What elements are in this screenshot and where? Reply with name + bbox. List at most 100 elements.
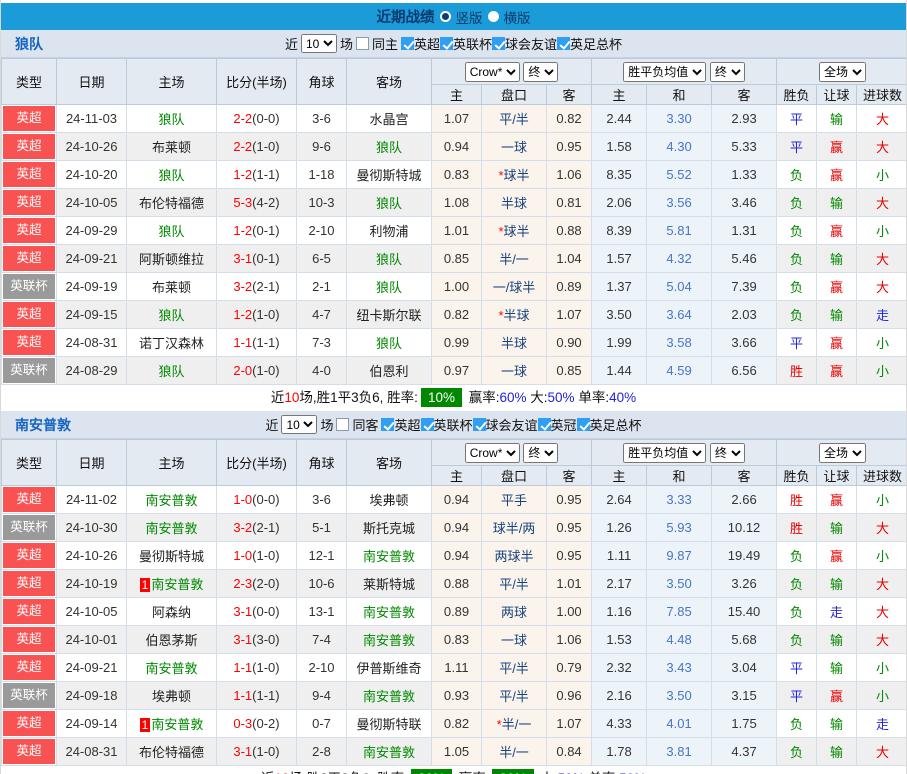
recent-suffix-label: 场 (320, 415, 333, 434)
corners: 10-6 (297, 570, 347, 598)
league-type-cell: 英超 (2, 189, 57, 217)
avg-home-odds: 1.37 (592, 273, 647, 301)
odds-final-select[interactable]: 终 (523, 443, 558, 463)
league-filter-group: 英超英联杯球会友谊英足总杯 (401, 34, 622, 53)
handicap-result: 输 (817, 570, 857, 598)
goals-result: 大 (857, 626, 907, 654)
handicap-text: 半球 (504, 308, 530, 323)
league-checkbox[interactable] (492, 37, 505, 50)
handicap: 两球半 (482, 542, 547, 570)
avg-home-odds: 1.44 (592, 357, 647, 385)
avg-final-select[interactable]: 终 (710, 62, 745, 82)
league-checkbox-label: 英超 (394, 415, 420, 434)
full-score: 2-0 (233, 363, 252, 378)
handicap-text: 半/一 (499, 252, 529, 267)
score-cell: 1-1(1-1) (217, 329, 297, 357)
home-team: 南安普敦 (127, 486, 217, 514)
away-team-name: 狼队 (376, 196, 402, 211)
league-badge: 英超 (3, 330, 55, 355)
water-home: 0.94 (432, 486, 482, 514)
match-row: 英超24-09-15狼队1-2(1-0)4-7纽卡斯尔联0.82*半球1.073… (2, 301, 907, 329)
layout-radio-vertical[interactable] (440, 11, 451, 22)
handicap-result: 输 (817, 738, 857, 766)
avg-away-odds: 1.33 (712, 161, 777, 189)
result: 负 (777, 626, 817, 654)
league-checkbox[interactable] (421, 418, 434, 431)
col-home: 主场 (127, 59, 217, 105)
home-team: 1南安普敦 (127, 710, 217, 738)
water-home: 1.05 (432, 738, 482, 766)
water-home: 0.83 (432, 161, 482, 189)
odds-final-select[interactable]: 终 (523, 62, 558, 82)
handicap-text: 一/球半 (493, 280, 536, 295)
away-team-name: 利物浦 (369, 224, 408, 239)
avg-draw-odds: 5.52 (647, 161, 712, 189)
result: 平 (777, 133, 817, 161)
away-team-name: 南安普敦 (363, 605, 415, 620)
league-checkbox[interactable] (538, 418, 551, 431)
goals-result: 大 (857, 514, 907, 542)
water-away: 1.00 (547, 598, 592, 626)
avg-away-odds: 3.15 (712, 682, 777, 710)
away-team-name: 南安普敦 (363, 745, 415, 760)
odds-company-select[interactable]: Crow* (465, 443, 520, 463)
league-checkbox[interactable] (557, 37, 570, 50)
recent-count-select[interactable]: 10 (301, 34, 337, 53)
score-cell: 2-2(1-0) (217, 133, 297, 161)
scope-select[interactable]: 全场 (819, 443, 866, 463)
league-checkbox[interactable] (381, 418, 394, 431)
half-score: (2-0) (252, 576, 279, 591)
avg-draw-odds: 4.59 (647, 357, 712, 385)
half-score: (0-2) (252, 716, 279, 731)
league-filter: 英联杯 (421, 415, 473, 434)
avg-home-odds: 1.16 (592, 598, 647, 626)
section-head: 南安普敦 近 10 场 同客 英超英联杯球会友谊英冠英足总杯 (1, 411, 906, 439)
avg-type-select[interactable]: 胜平负均值 (623, 443, 706, 463)
league-checkbox[interactable] (440, 37, 453, 50)
match-row: 英超24-09-21阿斯顿维拉3-1(0-1)6-5狼队0.85半/一1.041… (2, 245, 907, 273)
handicap: 一球 (482, 133, 547, 161)
away-team: 莱斯特城 (347, 570, 432, 598)
odds-company-select[interactable]: Crow* (465, 62, 520, 82)
league-checkbox[interactable] (401, 37, 414, 50)
avg-final-select[interactable]: 终 (710, 443, 745, 463)
match-row: 英超24-10-191南安普敦2-3(2-0)10-6莱斯特城0.88平/半1.… (2, 570, 907, 598)
match-date: 24-10-01 (57, 626, 127, 654)
recent-count-select[interactable]: 10 (281, 415, 317, 434)
water-home: 1.08 (432, 189, 482, 217)
goals-result: 走 (857, 710, 907, 738)
handicap-text: 半/一 (499, 745, 529, 760)
half-score: (1-0) (252, 548, 279, 563)
handicap-result: 赢 (817, 357, 857, 385)
same-venue-checkbox[interactable] (336, 418, 349, 431)
corners: 2-10 (297, 217, 347, 245)
half-score: (2-1) (252, 520, 279, 535)
same-venue-checkbox[interactable] (356, 37, 369, 50)
handicap-result: 输 (817, 710, 857, 738)
away-team-name: 伯恩利 (369, 364, 408, 379)
scope-select[interactable]: 全场 (819, 62, 866, 82)
avg-home-odds: 1.26 (592, 514, 647, 542)
match-row: 英超24-10-05布伦特福德5-3(4-2)10-3狼队1.08半球0.812… (2, 189, 907, 217)
avg-type-select[interactable]: 胜平负均值 (623, 62, 706, 82)
water-home: 1.11 (432, 654, 482, 682)
sub-col-avg-away: 客 (712, 85, 777, 105)
full-score: 1-2 (233, 223, 252, 238)
away-team-name: 斯托克城 (363, 521, 415, 536)
corners: 3-6 (297, 105, 347, 133)
sub-col-handicap-result: 让球 (817, 466, 857, 486)
full-score: 3-1 (233, 251, 252, 266)
avg-away-odds: 3.46 (712, 189, 777, 217)
half-score: (1-0) (252, 660, 279, 675)
avg-draw-odds: 4.48 (647, 626, 712, 654)
water-away: 0.84 (547, 738, 592, 766)
handicap-result: 赢 (817, 273, 857, 301)
result: 负 (777, 189, 817, 217)
league-checkbox[interactable] (473, 418, 486, 431)
layout-radio-horizontal[interactable] (488, 11, 499, 22)
match-date: 24-09-19 (57, 273, 127, 301)
handicap-result: 走 (817, 598, 857, 626)
league-checkbox[interactable] (577, 418, 590, 431)
water-away: 0.81 (547, 189, 592, 217)
match-row: 英超24-08-31诺丁汉森林1-1(1-1)7-3狼队0.99半球0.901.… (2, 329, 907, 357)
